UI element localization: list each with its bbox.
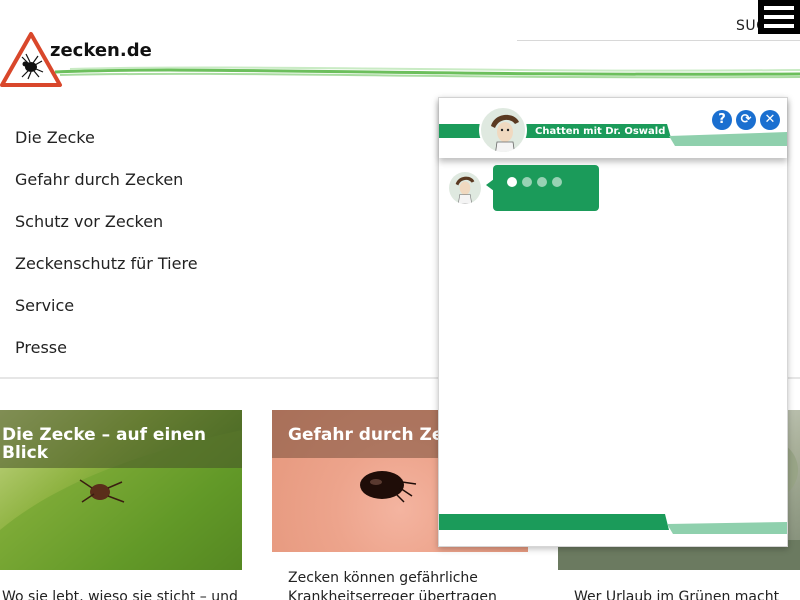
refresh-icon[interactable]: ⟳ (736, 110, 756, 130)
main-nav: Die Zecke Gefahr durch Zecken Schutz vor… (15, 128, 198, 380)
nav-item-schutz[interactable]: Schutz vor Zecken (15, 212, 198, 254)
typing-dot (522, 177, 532, 187)
menu-bar (764, 24, 794, 28)
header-wave-decoration (54, 66, 800, 79)
dr-oswald-avatar (479, 106, 527, 154)
card-caption: Wer Urlaub im Grünen macht (574, 589, 780, 600)
card-caption: Zecken können gefährliche Krankheitserre… (288, 569, 497, 600)
card-caption: Wo sie lebt, wieso sie sticht – und (2, 589, 238, 600)
help-icon[interactable]: ? (712, 110, 732, 130)
card-caption-line: Krankheitserreger übertragen (288, 589, 497, 600)
card-die-zecke[interactable]: Die Zecke – auf einen Blick (0, 410, 242, 570)
menu-icon[interactable] (758, 0, 800, 34)
nav-item-gefahr[interactable]: Gefahr durch Zecken (15, 170, 198, 212)
dr-oswald-illustration (455, 176, 475, 204)
nav-item-service[interactable]: Service (15, 296, 198, 338)
chat-title: Chatten mit Dr. Oswald (535, 126, 666, 137)
menu-bar (764, 15, 794, 19)
close-icon[interactable]: ✕ (760, 110, 780, 130)
chat-footer-band (439, 514, 787, 534)
card-title: Die Zecke – auf einen Blick (0, 410, 242, 468)
chat-window[interactable]: Chatten mit Dr. Oswald ? ⟳ ✕ (438, 97, 788, 547)
typing-dot (507, 177, 517, 187)
typing-dot (537, 177, 547, 187)
nav-item-tiere[interactable]: Zeckenschutz für Tiere (15, 254, 198, 296)
menu-bar (764, 6, 794, 10)
card-caption-line: Zecken können gefährliche (288, 570, 478, 586)
logo-text[interactable]: zecken.de (50, 40, 152, 61)
nav-item-die-zecke[interactable]: Die Zecke (15, 128, 198, 170)
search-underline (517, 40, 800, 41)
typing-dot (552, 177, 562, 187)
typing-indicator-bubble (486, 165, 599, 211)
chat-header: Chatten mit Dr. Oswald ? ⟳ ✕ (439, 98, 787, 158)
message-avatar (449, 172, 481, 204)
nav-item-presse[interactable]: Presse (15, 338, 198, 380)
